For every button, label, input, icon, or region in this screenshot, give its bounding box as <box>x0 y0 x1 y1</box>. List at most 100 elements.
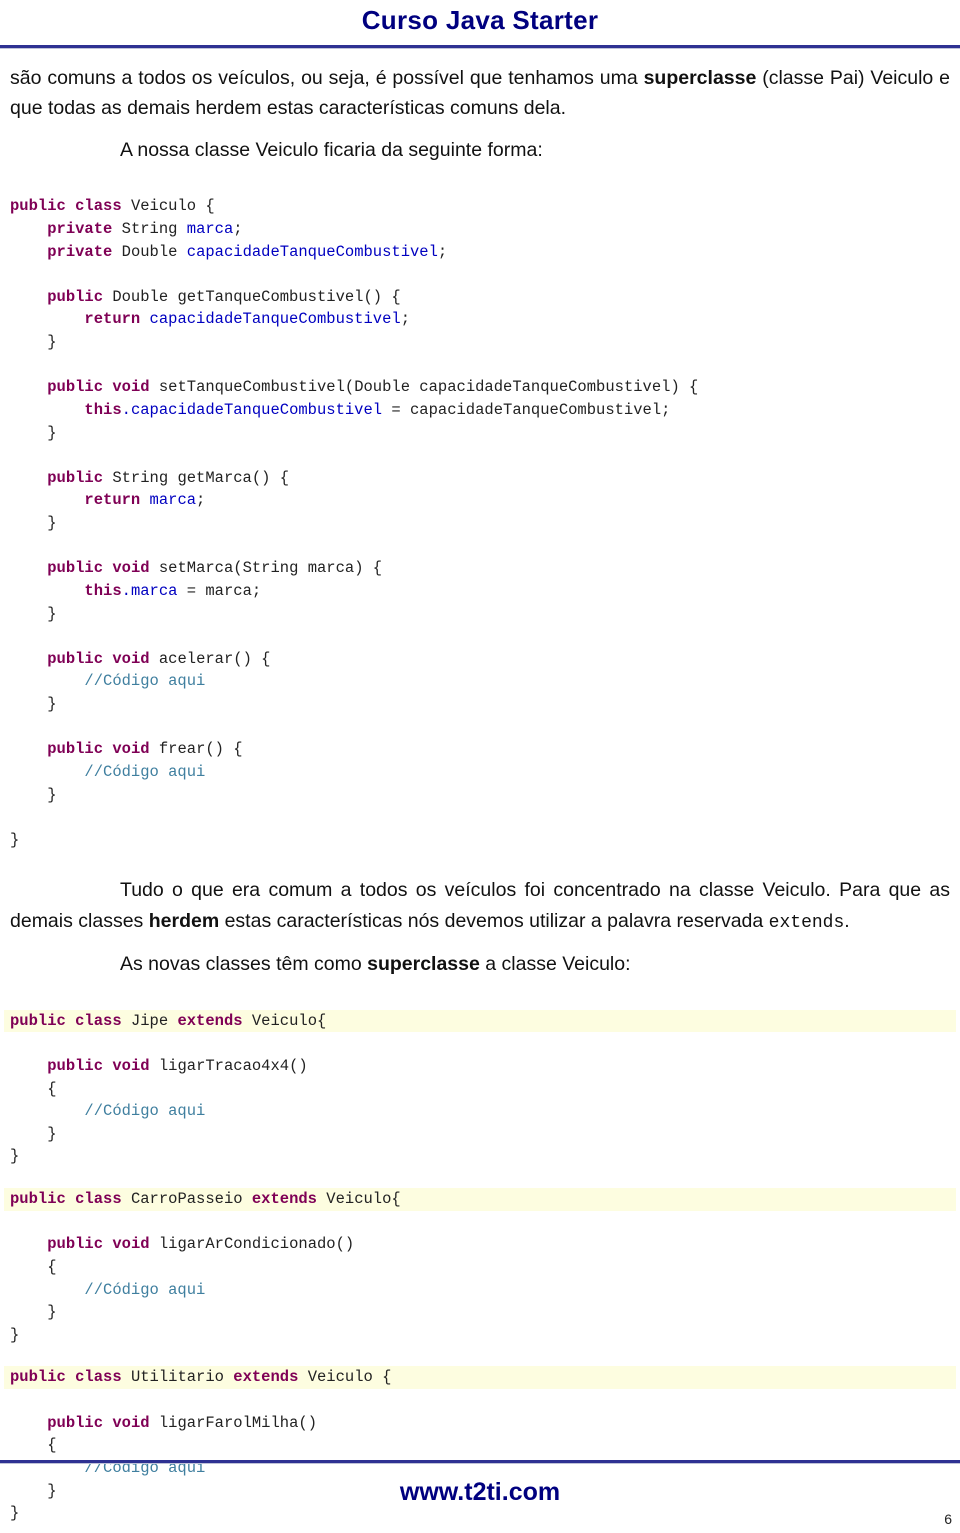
paragraph-extends-part3: . <box>844 909 850 932</box>
code-field: marca <box>140 491 197 510</box>
code-keyword: public <box>10 197 66 216</box>
code-text: Double getTanqueCombustivel() { <box>103 287 401 306</box>
paragraph-superclasse: As novas classes têm como superclasse a … <box>4 949 956 979</box>
code-keyword: public <box>10 1190 66 1209</box>
keyword-extends: extends <box>768 912 845 933</box>
code-block-carropasseio-header: public class CarroPasseio extends Veicul… <box>4 1188 956 1211</box>
code-keyword: void <box>112 740 150 759</box>
code-text: ligarArCondicionado() <box>149 1235 355 1254</box>
code-keyword: public <box>47 740 104 759</box>
code-keyword: public <box>47 559 104 578</box>
code-text: ; <box>196 491 206 510</box>
paragraph-superclasse-part2: a classe Veiculo: <box>479 953 631 976</box>
code-block-utilitario-header: public class Utilitario extends Veiculo … <box>4 1366 956 1390</box>
code-keyword: public <box>47 1056 104 1075</box>
code-text: { <box>47 1436 57 1455</box>
code-keyword: void <box>112 378 150 397</box>
code-keyword: class <box>75 1368 122 1387</box>
document-content: são comuns a todos os veículos, ou seja,… <box>0 63 960 1525</box>
code-block-jipe-body: public void ligarTracao4x4() { //Código … <box>4 1032 956 1168</box>
code-text: Veiculo { <box>298 1368 392 1387</box>
code-keyword: public <box>47 468 104 487</box>
code-text: Double <box>112 242 187 261</box>
code-keyword: extends <box>233 1368 299 1387</box>
code-keyword: void <box>112 649 150 668</box>
document-page: Curso Java Starter são comuns a todos os… <box>0 0 960 1533</box>
code-keyword: public <box>47 649 104 668</box>
code-keyword: class <box>75 1190 122 1209</box>
code-keyword: public <box>47 1235 104 1254</box>
code-text: Veiculo{ <box>317 1190 401 1209</box>
code-text: } <box>47 1124 57 1143</box>
header-divider-thin <box>0 47 960 49</box>
paragraph-extends: Tudo o que era comum a todos os veículos… <box>4 875 956 937</box>
code-keyword: this <box>84 581 122 600</box>
page-title: Curso Java Starter <box>361 5 599 35</box>
code-block-veiculo: public class Veiculo { private String ma… <box>4 195 956 851</box>
code-field: marca <box>186 219 234 238</box>
code-keyword: void <box>112 1235 150 1254</box>
code-text: acelerar() { <box>149 649 271 668</box>
code-keyword: public <box>10 1368 66 1387</box>
code-keyword: class <box>75 1011 122 1030</box>
code-text: Utilitario <box>121 1368 234 1387</box>
code-text: } <box>47 695 57 713</box>
code-keyword: private <box>47 242 113 261</box>
code-text: String getMarca() { <box>103 468 290 487</box>
code-text: } <box>47 514 57 532</box>
code-keyword: private <box>47 219 113 238</box>
code-keyword: extends <box>251 1190 317 1209</box>
code-text: = marca; <box>177 581 262 600</box>
page-footer: www.t2ti.com 6 <box>0 1460 960 1533</box>
code-text: = capacidadeTanqueCombustivel; <box>382 400 671 419</box>
code-keyword: class <box>75 197 122 216</box>
code-keyword: public <box>10 1011 66 1030</box>
code-text: ; <box>400 310 410 329</box>
code-text: Veiculo { <box>121 197 215 216</box>
code-text: } <box>47 785 57 804</box>
code-text: } <box>47 423 57 442</box>
code-text: String <box>112 219 187 238</box>
code-keyword: return <box>84 310 141 329</box>
paragraph-class-intro: A nossa classe Veiculo ficaria da seguin… <box>120 139 543 162</box>
code-text: Veiculo{ <box>242 1011 327 1030</box>
code-keyword: void <box>112 1056 150 1075</box>
code-keyword: public <box>47 287 104 306</box>
code-comment: //Código aqui <box>84 1102 206 1121</box>
paragraph-extends-bold: herdem <box>148 909 220 932</box>
code-text: frear() { <box>149 740 243 759</box>
code-field: capacidadeTanqueCombustivel <box>186 242 438 261</box>
paragraph-intro: são comuns a todos os veículos, ou seja,… <box>4 63 956 123</box>
code-text: { <box>47 1257 57 1276</box>
code-comment: //Código aqui <box>84 1280 206 1299</box>
code-text: ; <box>437 242 448 261</box>
code-keyword: public <box>47 1413 104 1432</box>
code-comment: //Código aqui <box>84 672 206 691</box>
footer-site-link[interactable]: www.t2ti.com <box>0 1464 960 1509</box>
code-block-jipe-header: public class Jipe extends Veiculo{ <box>4 1009 956 1033</box>
code-text: setMarca(String marca) { <box>149 559 383 578</box>
code-text: } <box>10 1325 20 1344</box>
code-keyword: extends <box>177 1011 243 1030</box>
paragraph-intro-bold: superclasse <box>643 66 757 89</box>
paragraph-extends-part2: estas características nós devemos utiliz… <box>219 909 769 932</box>
code-text: ligarTracao4x4() <box>149 1056 308 1075</box>
code-text: CarroPasseio <box>121 1190 252 1209</box>
code-text: ; <box>233 219 243 238</box>
code-keyword: return <box>84 491 141 510</box>
code-text: setTanqueCombustivel(Double capacidadeTa… <box>149 378 699 397</box>
code-text: } <box>47 1303 57 1322</box>
code-comment: //Código aqui <box>84 762 206 781</box>
code-text: } <box>47 333 57 351</box>
code-field: capacidadeTanqueCombustivel <box>140 310 401 329</box>
code-text: } <box>47 604 57 623</box>
paragraph-superclasse-bold: superclasse <box>367 953 480 976</box>
paragraph-intro-part1: são comuns a todos os veículos, ou seja,… <box>10 66 644 89</box>
code-text: ligarFarolMilha() <box>149 1413 317 1432</box>
code-field: .capacidadeTanqueCombustivel <box>121 400 383 419</box>
code-keyword: void <box>112 1413 150 1432</box>
code-text: } <box>10 1147 20 1166</box>
code-text: { <box>47 1079 57 1098</box>
code-text: Jipe <box>121 1011 178 1030</box>
page-header: Curso Java Starter <box>0 0 960 49</box>
